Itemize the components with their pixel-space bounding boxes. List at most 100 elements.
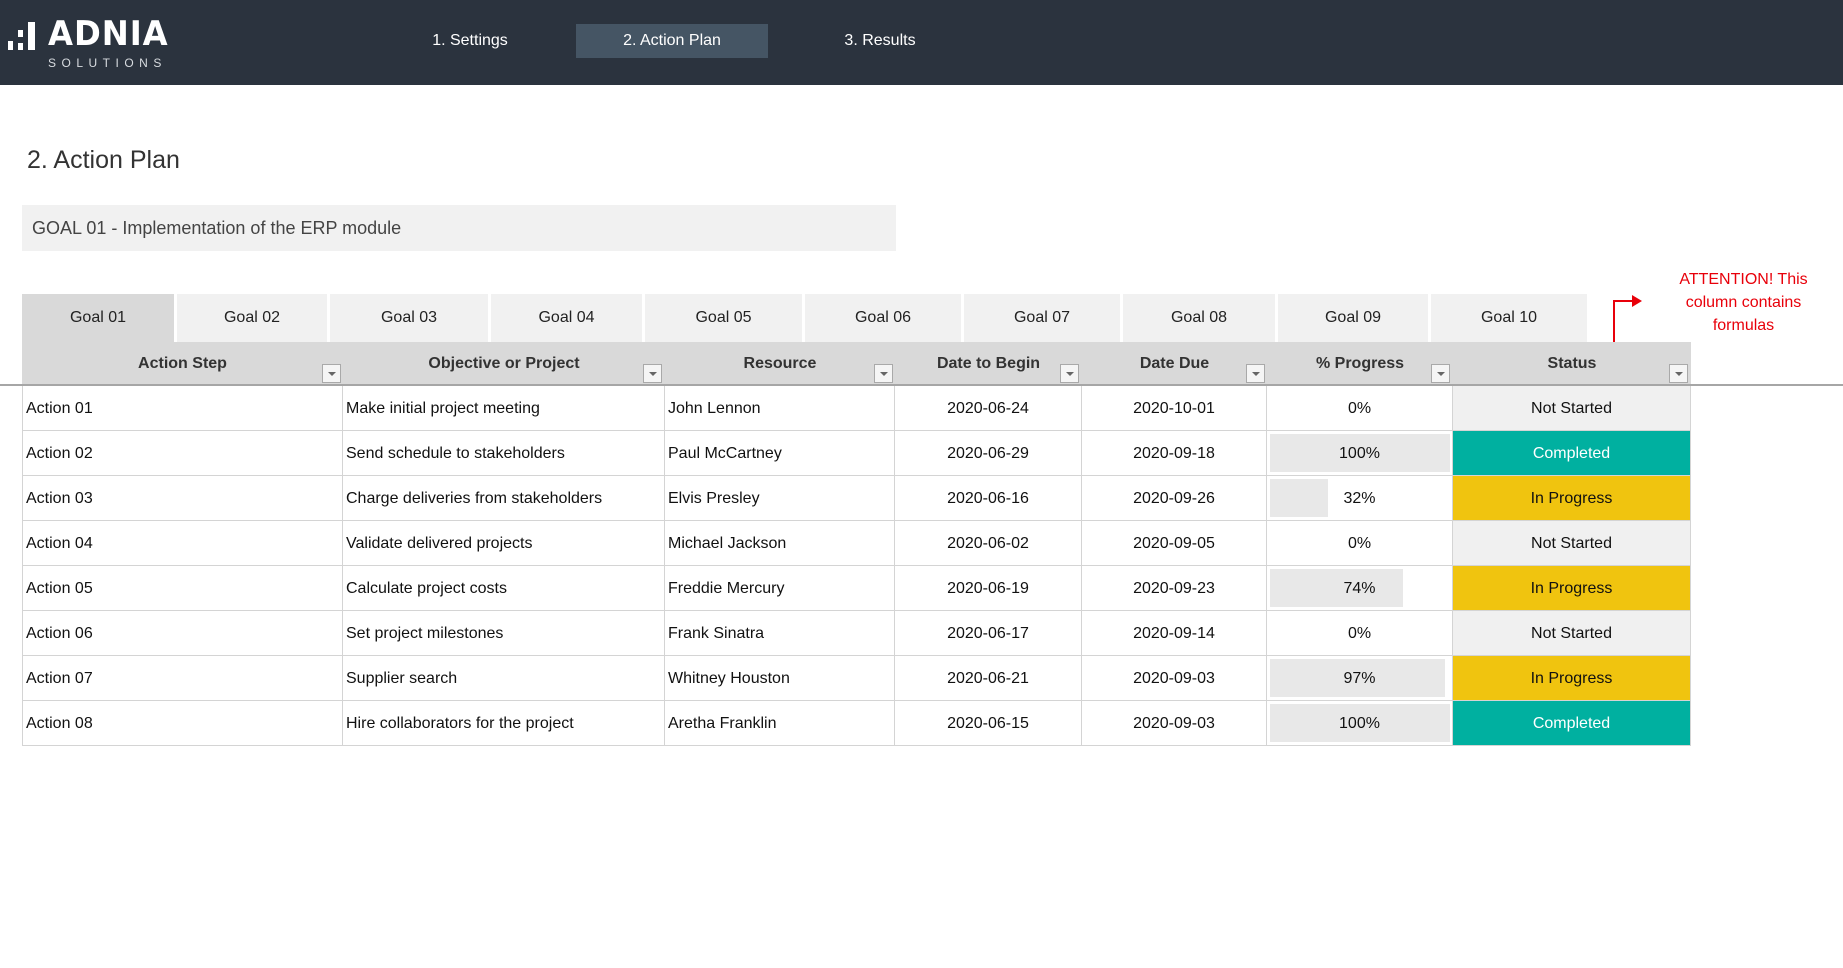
- cell-resource[interactable]: John Lennon: [665, 386, 895, 431]
- goal-tab-10[interactable]: Goal 10: [1431, 294, 1587, 342]
- cell-date-begin[interactable]: 2020-06-16: [895, 476, 1082, 521]
- attention-line-2: column contains: [1685, 294, 1802, 311]
- top-navigation-bar: ADNIA SOLUTIONS 1. Settings 2. Action Pl…: [0, 0, 1843, 85]
- progress-value: 100%: [1339, 715, 1380, 732]
- status-badge[interactable]: Not Started: [1453, 521, 1691, 566]
- cell-objective[interactable]: Make initial project meeting: [343, 386, 665, 431]
- cell-date-begin[interactable]: 2020-06-15: [895, 701, 1082, 746]
- cell-objective[interactable]: Supplier search: [343, 656, 665, 701]
- cell-date-due[interactable]: 2020-09-05: [1082, 521, 1267, 566]
- cell-action-step[interactable]: Action 07: [22, 656, 343, 701]
- cell-progress[interactable]: 100%: [1267, 701, 1453, 746]
- status-badge[interactable]: In Progress: [1453, 476, 1691, 521]
- cell-date-due[interactable]: 2020-09-14: [1082, 611, 1267, 656]
- status-badge[interactable]: Completed: [1453, 701, 1691, 746]
- nav-tab-settings[interactable]: 1. Settings: [400, 24, 540, 58]
- cell-resource[interactable]: Whitney Houston: [665, 656, 895, 701]
- col-header-objective: Objective or Project: [428, 355, 580, 372]
- filter-dropdown-icon[interactable]: [1246, 364, 1265, 383]
- cell-progress[interactable]: 0%: [1267, 521, 1453, 566]
- logo-wordmark: ADNIA: [48, 14, 169, 54]
- cell-progress[interactable]: 32%: [1267, 476, 1453, 521]
- filter-dropdown-icon[interactable]: [874, 364, 893, 383]
- cell-action-step[interactable]: Action 03: [22, 476, 343, 521]
- cell-action-step[interactable]: Action 01: [22, 386, 343, 431]
- cell-objective[interactable]: Calculate project costs: [343, 566, 665, 611]
- cell-date-begin[interactable]: 2020-06-24: [895, 386, 1082, 431]
- progress-value: 97%: [1343, 670, 1376, 687]
- filter-dropdown-icon[interactable]: [643, 364, 662, 383]
- cell-progress[interactable]: 97%: [1267, 656, 1453, 701]
- cell-objective[interactable]: Hire collaborators for the project: [343, 701, 665, 746]
- goal-tab-06[interactable]: Goal 06: [805, 294, 961, 342]
- goal-tab-09[interactable]: Goal 09: [1278, 294, 1428, 342]
- goal-tab-01[interactable]: Goal 01: [22, 294, 174, 342]
- table-header: Action Step Objective or Project Resourc…: [22, 342, 1691, 385]
- cell-action-step[interactable]: Action 06: [22, 611, 343, 656]
- cell-objective[interactable]: Send schedule to stakeholders: [343, 431, 665, 476]
- progress-value: 0%: [1347, 625, 1372, 642]
- progress-value: 32%: [1343, 490, 1376, 507]
- cell-date-due[interactable]: 2020-09-26: [1082, 476, 1267, 521]
- col-header-date-begin: Date to Begin: [936, 355, 1041, 372]
- cell-date-begin[interactable]: 2020-06-19: [895, 566, 1082, 611]
- cell-date-begin[interactable]: 2020-06-02: [895, 521, 1082, 566]
- table-row: Action 06 Set project milestones Frank Sin…: [22, 611, 1691, 656]
- goal-tab-08[interactable]: Goal 08: [1123, 294, 1275, 342]
- goal-tab-07[interactable]: Goal 07: [964, 294, 1120, 342]
- cell-date-due[interactable]: 2020-10-01: [1082, 386, 1267, 431]
- col-header-date-due: Date Due: [1139, 355, 1210, 372]
- cell-objective[interactable]: Set project milestones: [343, 611, 665, 656]
- cell-progress[interactable]: 74%: [1267, 566, 1453, 611]
- cell-resource[interactable]: Elvis Presley: [665, 476, 895, 521]
- cell-action-step[interactable]: Action 05: [22, 566, 343, 611]
- progress-bar-fill: [1270, 479, 1328, 517]
- progress-value: 74%: [1343, 580, 1376, 597]
- status-badge[interactable]: In Progress: [1453, 656, 1691, 701]
- cell-date-due[interactable]: 2020-09-23: [1082, 566, 1267, 611]
- cell-date-due[interactable]: 2020-09-18: [1082, 431, 1267, 476]
- cell-action-step[interactable]: Action 08: [22, 701, 343, 746]
- cell-action-step[interactable]: Action 04: [22, 521, 343, 566]
- cell-resource[interactable]: Michael Jackson: [665, 521, 895, 566]
- status-badge[interactable]: Not Started: [1453, 611, 1691, 656]
- adnia-logo[interactable]: ADNIA SOLUTIONS: [8, 14, 168, 72]
- cell-resource[interactable]: Paul McCartney: [665, 431, 895, 476]
- status-badge[interactable]: Completed: [1453, 431, 1691, 476]
- table-row: Action 04 Validate delivered projects Mich…: [22, 521, 1691, 566]
- attention-line-3: formulas: [1712, 317, 1775, 334]
- table-row: Action 07 Supplier search Whitney Houston 2…: [22, 656, 1691, 701]
- status-badge[interactable]: In Progress: [1453, 566, 1691, 611]
- nav-tab-results[interactable]: 3. Results: [810, 24, 950, 58]
- cell-date-due[interactable]: 2020-09-03: [1082, 656, 1267, 701]
- cell-progress[interactable]: 0%: [1267, 386, 1453, 431]
- table-row: Action 08 Hire collaborators for the proj…: [22, 701, 1691, 746]
- cell-resource[interactable]: Aretha Franklin: [665, 701, 895, 746]
- cell-date-due[interactable]: 2020-09-03: [1082, 701, 1267, 746]
- filter-dropdown-icon[interactable]: [322, 364, 341, 383]
- nav-tab-action-plan[interactable]: 2. Action Plan: [576, 24, 768, 58]
- attention-note: ATTENTION! This column contains formulas: [1666, 268, 1821, 337]
- filter-dropdown-icon[interactable]: [1669, 364, 1688, 383]
- cell-objective[interactable]: Charge deliveries from stakeholders: [343, 476, 665, 521]
- cell-progress[interactable]: 0%: [1267, 611, 1453, 656]
- cell-progress[interactable]: 100%: [1267, 431, 1453, 476]
- cell-resource[interactable]: Freddie Mercury: [665, 566, 895, 611]
- cell-action-step[interactable]: Action 02: [22, 431, 343, 476]
- table-row: Action 01 Make initial project meeting Joh…: [22, 386, 1691, 431]
- filter-dropdown-icon[interactable]: [1060, 364, 1079, 383]
- cell-resource[interactable]: Frank Sinatra: [665, 611, 895, 656]
- filter-dropdown-icon[interactable]: [1431, 364, 1450, 383]
- goal-tab-03[interactable]: Goal 03: [330, 294, 488, 342]
- goal-title-box: GOAL 01 - Implementation of the ERP modu…: [22, 205, 896, 251]
- goal-tab-02[interactable]: Goal 02: [177, 294, 327, 342]
- cell-date-begin[interactable]: 2020-06-29: [895, 431, 1082, 476]
- goal-tab-04[interactable]: Goal 04: [491, 294, 642, 342]
- cell-date-begin[interactable]: 2020-06-17: [895, 611, 1082, 656]
- status-badge[interactable]: Not Started: [1453, 386, 1691, 431]
- goal-tab-05[interactable]: Goal 05: [645, 294, 802, 342]
- cell-objective[interactable]: Validate delivered projects: [343, 521, 665, 566]
- col-header-status: Status: [1547, 355, 1597, 372]
- col-header-resource: Resource: [743, 355, 817, 372]
- cell-date-begin[interactable]: 2020-06-21: [895, 656, 1082, 701]
